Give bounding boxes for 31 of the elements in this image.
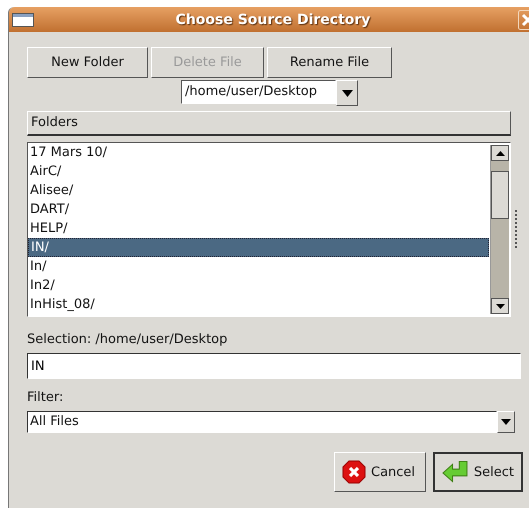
folder-item[interactable]: InHist_08/ (28, 295, 489, 314)
folder-item[interactable]: In/ (28, 257, 489, 276)
dropdown-button[interactable] (336, 80, 358, 106)
caret-icon (501, 419, 511, 425)
dropdown-button[interactable] (497, 411, 515, 433)
folder-item[interactable]: Alisee/ (28, 181, 489, 200)
caret-icon (342, 90, 352, 96)
up-arrow-icon (496, 150, 504, 156)
down-arrow-icon (496, 304, 504, 308)
toolbar-button[interactable]: New Folder (27, 47, 148, 78)
folder-item[interactable]: HELP/ (28, 219, 489, 238)
folder-item[interactable]: 17 Mars 10/ (28, 143, 489, 162)
path-field[interactable]: /home/user/Desktop (181, 80, 336, 104)
scrollbar[interactable] (490, 145, 509, 314)
column-header[interactable]: Folders (27, 111, 511, 136)
filter-label: Filter: (27, 390, 64, 405)
folder-item[interactable]: DART/ (28, 200, 489, 219)
filter-combo[interactable]: All Files (27, 411, 497, 433)
resize-grip-icon[interactable] (515, 210, 518, 250)
select-button[interactable]: Select (433, 452, 523, 492)
window-title: Choose Source Directory (174, 12, 372, 28)
selection-label: Selection: /home/user/Desktop (27, 332, 228, 347)
toolbar-button[interactable]: Rename File (267, 47, 392, 78)
cancel-button[interactable]: Cancel (334, 452, 426, 492)
folder-item[interactable]: AirC/ (28, 162, 489, 181)
folder-item[interactable]: IN/ (28, 238, 489, 257)
folder-item[interactable]: In2/ (28, 276, 489, 295)
cancel-icon (342, 460, 366, 484)
enter-arrow-icon (442, 460, 469, 484)
selection-input-field[interactable]: IN (27, 353, 521, 379)
window-icon[interactable] (12, 12, 34, 26)
